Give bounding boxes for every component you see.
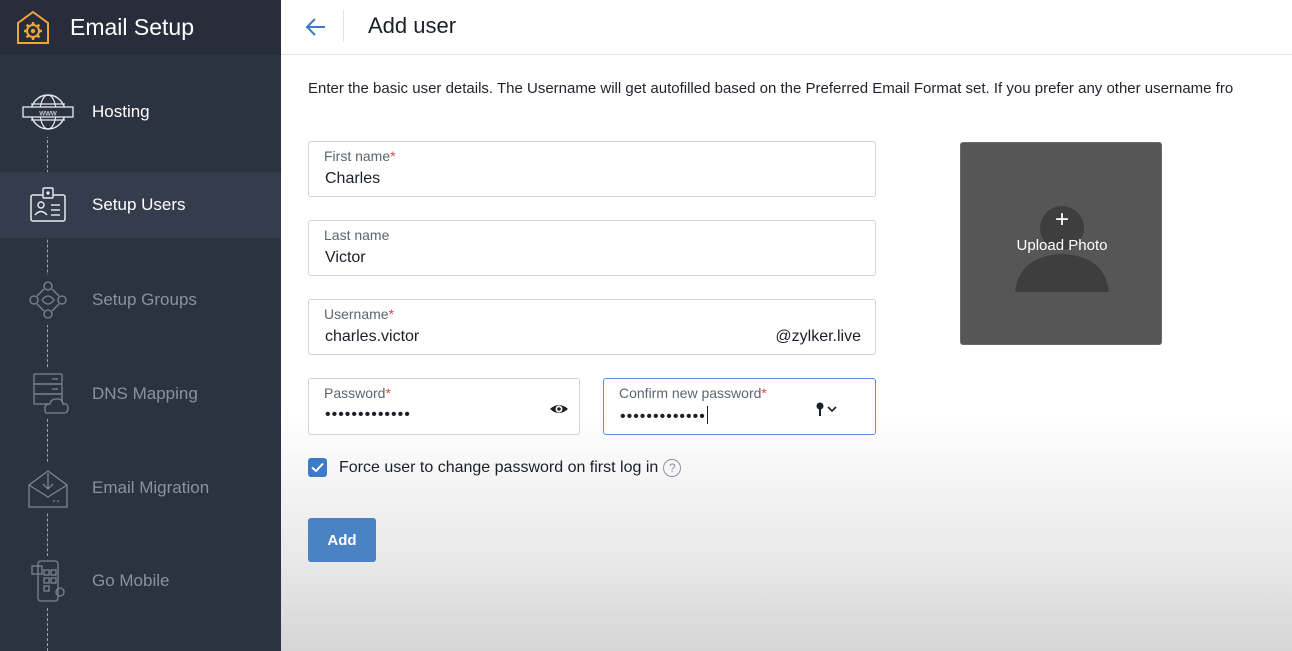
- sidebar-item-label: Email Migration: [92, 478, 210, 497]
- first-name-label: First name*: [324, 148, 396, 164]
- globe-www-icon: www: [21, 87, 75, 137]
- add-user-form: Enter the basic user details. The Userna…: [281, 56, 1292, 651]
- mail-inbox-icon: [21, 463, 75, 513]
- sidebar-item-label: Hosting: [92, 102, 150, 121]
- sidebar-item-hosting[interactable]: www Hosting: [0, 79, 281, 145]
- force-change-checkbox[interactable]: [308, 458, 327, 477]
- required-mark: *: [388, 306, 395, 322]
- password-field[interactable]: Password* •••••••••••••: [308, 378, 580, 435]
- header-divider: [343, 10, 344, 42]
- mobile-qr-icon: [21, 556, 75, 606]
- help-icon[interactable]: ?: [663, 458, 682, 477]
- force-change-label: Force user to change password on first l…: [339, 458, 659, 476]
- id-card-icon: [21, 180, 75, 230]
- gear-settings-icon: [14, 9, 52, 47]
- svg-text:www: www: [38, 109, 57, 118]
- required-mark: *: [390, 148, 396, 164]
- add-button[interactable]: Add: [308, 518, 376, 562]
- upload-photo-label: Upload Photo: [1016, 237, 1108, 254]
- username-label: Username*: [324, 306, 395, 322]
- first-name-value: Charles: [325, 170, 381, 187]
- group-network-icon: [21, 275, 75, 325]
- username-field[interactable]: Username* charles.victor @zylker.live: [308, 299, 876, 355]
- confirm-password-field[interactable]: Confirm new password* •••••••••••••: [603, 378, 876, 435]
- page-header: Add user: [281, 0, 1292, 55]
- page-title: Add user: [368, 13, 457, 38]
- plus-icon: +: [1054, 206, 1069, 233]
- sidebar-item-go-mobile[interactable]: Go Mobile: [0, 548, 281, 614]
- required-mark: *: [761, 385, 767, 401]
- eye-icon[interactable]: [549, 399, 569, 419]
- last-name-field[interactable]: Last name Victor: [308, 220, 876, 276]
- app-title: Email Setup: [70, 14, 195, 40]
- sidebar-item-dns-mapping[interactable]: DNS Mapping: [0, 361, 281, 427]
- sidebar-item-email-migration[interactable]: Email Migration: [0, 455, 281, 521]
- last-name-value: Victor: [325, 249, 366, 266]
- sidebar-item-setup-groups[interactable]: Setup Groups: [0, 267, 281, 333]
- required-mark: *: [385, 385, 391, 401]
- sidebar-item-label: Setup Users: [92, 195, 186, 214]
- form-description: Enter the basic user details. The Userna…: [308, 80, 1234, 97]
- email-domain-suffix: @zylker.live: [775, 328, 861, 345]
- last-name-label: Last name: [324, 227, 390, 243]
- password-masked-value: •••••••••••••: [325, 406, 411, 423]
- sidebar-item-setup-users[interactable]: Setup Users: [0, 172, 281, 238]
- password-label: Password*: [324, 385, 391, 401]
- sidebar-item-label: DNS Mapping: [92, 384, 198, 403]
- key-dropdown-icon[interactable]: [815, 401, 839, 417]
- upload-photo-button[interactable]: + Upload Photo: [960, 142, 1162, 345]
- sidebar-item-label: Setup Groups: [92, 290, 197, 309]
- arrow-left-icon[interactable]: [301, 12, 331, 42]
- confirm-password-label: Confirm new password*: [619, 385, 767, 401]
- first-name-field[interactable]: First name* Charles: [308, 141, 876, 197]
- server-cloud-icon: [21, 369, 75, 419]
- text-caret: [706, 406, 709, 424]
- app-header: Email Setup: [0, 0, 281, 55]
- username-value: charles.victor: [325, 328, 420, 345]
- force-change-row: Force user to change password on first l…: [308, 458, 682, 477]
- sidebar-item-label: Go Mobile: [92, 571, 170, 590]
- confirm-password-masked-value: •••••••••••••: [620, 406, 709, 426]
- sidebar: Email Setup www Hosting Setup Users Setu…: [0, 0, 281, 651]
